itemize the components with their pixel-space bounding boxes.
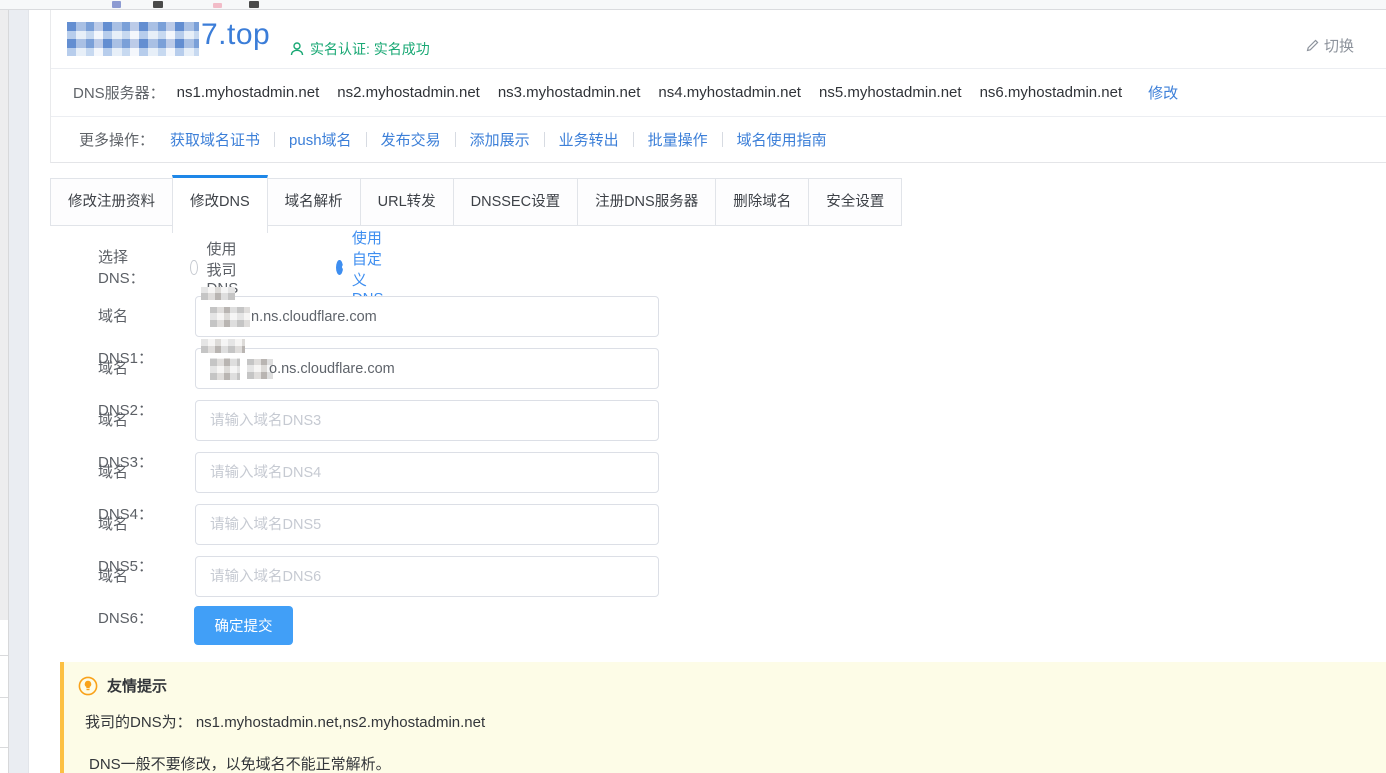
dns-server-item: ns1.myhostadmin.net [177,84,320,101]
dns5-input[interactable] [195,504,659,545]
select-dns-label: 选择DNS： [98,246,145,288]
browser-chrome-fragment [112,1,121,8]
realname-verify-badge: 实名认证: 实名成功 [289,39,430,59]
dns1-redaction [210,307,250,327]
dns3-label: 域名DNS3： [98,400,153,442]
domain-dns-settings-page: 7.top 实名认证: 实名成功 切换 DNS服务器： ns1.myhostad… [0,0,1386,773]
radio-circle-icon [190,260,198,275]
dns4-label: 域名DNS4： [98,452,153,494]
action-batch-operation[interactable]: 批量操作 [648,129,708,150]
dns5-label: 域名DNS5： [98,504,153,546]
browser-edge-strip [0,0,1386,10]
action-domain-usage-guide[interactable]: 域名使用指南 [737,129,827,150]
tab-dnssec-settings[interactable]: DNSSEC设置 [453,178,578,226]
person-icon [289,41,305,57]
tab-security-settings[interactable]: 安全设置 [808,178,902,226]
domain-header-card: 7.top 实名认证: 实名成功 切换 DNS服务器： ns1.myhostad… [50,10,1386,163]
modify-dns-servers-link[interactable]: 修改 [1148,82,1178,103]
action-push-domain[interactable]: push域名 [289,129,352,150]
domain-name-redaction [67,22,199,56]
action-business-transfer[interactable]: 业务转出 [559,129,619,150]
dns4-input[interactable] [195,452,659,493]
radio-use-custom-dns[interactable]: 使用自定义DNS [336,227,392,307]
more-actions-bar: 更多操作： 获取域名证书 push域名 发布交易 添加展示 业务转出 批量操作 … [51,117,1386,162]
dns1-input[interactable]: n.ns.cloudflare.com [195,296,659,337]
switch-domain-link[interactable]: 切换 [1305,35,1354,56]
divider [633,132,634,147]
action-add-display[interactable]: 添加展示 [470,129,530,150]
dns6-label: 域名DNS6： [98,556,153,598]
dns-servers-bar: DNS服务器： ns1.myhostadmin.net ns2.myhostad… [51,69,1386,116]
tab-delete-domain[interactable]: 删除域名 [715,178,809,226]
pencil-icon [1305,38,1320,53]
tab-domain-resolution[interactable]: 域名解析 [267,178,361,226]
tab-modify-dns[interactable]: 修改DNS [172,175,268,233]
divider [366,132,367,147]
dns3-input[interactable] [195,400,659,441]
tab-modify-registration[interactable]: 修改注册资料 [50,178,173,226]
dns-server-item: ns2.myhostadmin.net [337,84,480,101]
browser-chrome-fragment [153,1,163,8]
divider [455,132,456,147]
tab-url-forwarding[interactable]: URL转发 [360,178,454,226]
dns-server-item: ns6.myhostadmin.net [980,84,1123,101]
tip-title: 友情提示 [107,675,167,696]
page-title-domain: 7.top [201,18,270,52]
tab-register-dns-server[interactable]: 注册DNS服务器 [577,178,716,226]
tip-line-warning: DNS一般不要修改，以免域名不能正常解析。 [89,753,391,773]
dns-server-item: ns4.myhostadmin.net [658,84,801,101]
browser-chrome-fragment [213,3,222,8]
action-get-domain-cert[interactable]: 获取域名证书 [170,129,260,150]
divider [722,132,723,147]
dns-servers-label: DNS服务器： [73,82,165,103]
divider [274,132,275,147]
redaction-patch [201,287,235,300]
dns-server-item: ns3.myhostadmin.net [498,84,641,101]
dns1-value: n.ns.cloudflare.com [251,309,377,325]
radio-circle-icon [336,260,343,275]
dns2-input[interactable]: o.ns.cloudflare.com [195,348,659,389]
more-actions-label: 更多操作： [79,129,154,150]
browser-chrome-fragment [249,1,259,8]
domain-settings-tabs: 修改注册资料 修改DNS 域名解析 URL转发 DNSSEC设置 注册DNS服务… [50,175,902,233]
friendly-tip-box: 友情提示 我司的DNS为： ns1.myhostadmin.net,ns2.my… [60,662,1386,773]
divider [544,132,545,147]
dns1-label: 域名DNS1： [98,296,153,338]
dns2-label: 域名DNS2： [98,348,153,390]
dns6-input[interactable] [195,556,659,597]
submit-button[interactable]: 确定提交 [194,606,293,645]
left-scrollbar-rail[interactable] [0,10,9,773]
redaction-patch [201,339,245,353]
collapsed-sidebar-strip [9,10,29,773]
dns-server-item: ns5.myhostadmin.net [819,84,962,101]
realname-status-text: 实名认证: 实名成功 [310,39,430,59]
dns2-redaction [210,358,240,380]
dns2-value: o.ns.cloudflare.com [269,361,395,377]
lightbulb-icon [78,676,98,696]
action-publish-trade[interactable]: 发布交易 [381,129,441,150]
tip-line-company-dns: 我司的DNS为： ns1.myhostadmin.net,ns2.myhosta… [85,711,485,732]
